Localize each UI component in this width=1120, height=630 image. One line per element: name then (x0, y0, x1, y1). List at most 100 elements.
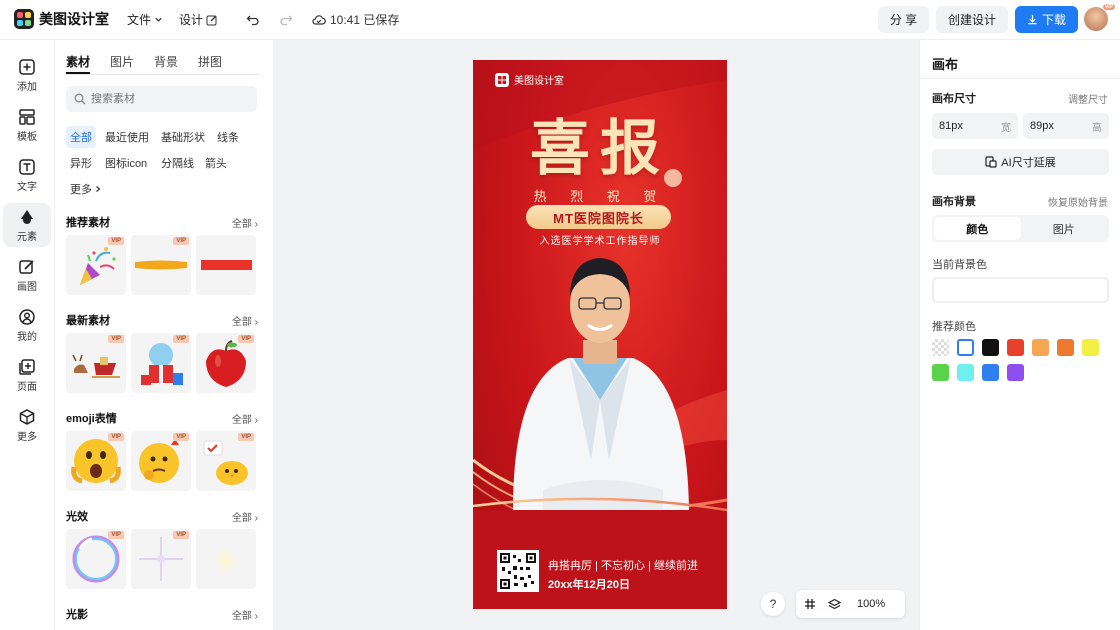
color-swatch[interactable] (1007, 364, 1024, 381)
color-swatch[interactable] (957, 339, 974, 356)
chip-basic-shapes[interactable]: 基础形状 (157, 126, 209, 148)
asset-party-popper[interactable]: VIP (66, 235, 126, 295)
color-swatch[interactable] (1057, 339, 1074, 356)
poster-role: 入选医学学术工作指导师 (539, 236, 661, 247)
nav-add[interactable]: 添加 (3, 53, 51, 97)
tab-backgrounds[interactable]: 背景 (154, 53, 178, 74)
chip-more[interactable]: 更多 (66, 178, 106, 200)
color-swatch[interactable] (1082, 339, 1099, 356)
chip-icons[interactable]: 图标icon (101, 152, 151, 174)
asset-shocked-emoji[interactable]: VIP (66, 431, 126, 491)
nav-mine[interactable]: 我的 (3, 303, 51, 347)
file-menu[interactable]: 文件 (127, 11, 163, 28)
asset-light-sparkle[interactable]: VIP (131, 529, 191, 589)
asset-red-bar[interactable] (196, 235, 256, 295)
layers-icon[interactable] (828, 598, 841, 611)
tab-images[interactable]: 图片 (110, 53, 134, 74)
user-icon (19, 308, 35, 325)
vip-badge: VIP (238, 335, 254, 343)
grid-icon[interactable] (804, 598, 816, 610)
section-title: 光效 (66, 511, 88, 523)
chip-irregular[interactable]: 异形 (66, 152, 96, 174)
nav-elements[interactable]: 元素 (3, 203, 51, 247)
app-logo[interactable]: 美图设计室 (14, 9, 109, 29)
help-button[interactable]: ? (761, 592, 785, 616)
vip-badge: VIP (1102, 4, 1115, 10)
vip-badge: VIP (173, 335, 189, 343)
tab-materials[interactable]: 素材 (66, 53, 91, 74)
color-swatch[interactable] (982, 339, 999, 356)
left-nav: 添加 模板 文字 元素 画图 我的 页面 更多 (0, 40, 55, 630)
restore-bg-link[interactable]: 恢复原始背景 (1048, 194, 1108, 209)
vip-badge: VIP (173, 433, 189, 441)
design-menu-label: 设计 (179, 13, 204, 27)
chevron-down-icon (155, 17, 162, 22)
asset-chick-emoji[interactable]: VIP (196, 431, 256, 491)
nav-page[interactable]: 页面 (3, 353, 51, 397)
undo-icon[interactable] (243, 10, 263, 30)
bg-type-toggle: 颜色 图片 (932, 215, 1109, 242)
tab-color[interactable]: 颜色 (934, 217, 1021, 240)
chip-dividers[interactable]: 分隔线 (157, 152, 198, 174)
see-all-link[interactable]: 全部 › (232, 607, 258, 622)
tab-collage[interactable]: 拼图 (198, 53, 222, 74)
chip-arrows[interactable]: 箭头 (201, 152, 231, 174)
color-swatch[interactable] (1007, 339, 1024, 356)
asset-bubble-ring[interactable]: VIP (66, 529, 126, 589)
chip-all[interactable]: 全部 (66, 126, 96, 148)
create-design-button[interactable]: 创建设计 (936, 6, 1008, 33)
see-all-link[interactable]: 全部 › (232, 215, 258, 230)
poster-canvas[interactable]: 美图设计室 喜报 热 烈 祝 贺 MT医院图院长 入选医学学术工作指导师 冉搭冉… (473, 60, 727, 609)
avatar[interactable]: VIP (1084, 4, 1115, 31)
nav-more[interactable]: 更多 (3, 403, 51, 447)
color-swatch[interactable] (1032, 339, 1049, 356)
asset-reindeer-sleigh[interactable]: VIP (66, 333, 126, 393)
panel-title: 画布 (932, 57, 959, 72)
see-all-link[interactable]: 全部 › (232, 313, 258, 328)
vip-badge: VIP (173, 237, 189, 245)
current-color-field[interactable] (932, 277, 1109, 303)
color-swatch[interactable] (982, 364, 999, 381)
design-menu[interactable]: 设计 (179, 11, 218, 28)
asset-yellow-brush[interactable]: VIP (131, 235, 191, 295)
redo-icon[interactable] (276, 10, 296, 30)
vip-badge: VIP (108, 433, 124, 441)
chip-lines[interactable]: 线条 (213, 126, 243, 148)
app-name: 美图设计室 (39, 11, 109, 27)
vip-badge: VIP (238, 433, 254, 441)
height-field[interactable]: 89px 高 (1023, 113, 1109, 139)
nav-template[interactable]: 模板 (3, 103, 51, 147)
search-input[interactable] (91, 93, 241, 105)
asset-snow-globe[interactable]: VIP (131, 333, 191, 393)
section-title: emoji表情 (66, 413, 117, 425)
width-value: 81px (939, 120, 963, 132)
poster-brand-text: 美图设计室 (514, 76, 564, 87)
poster-date: 20xx年12月20日 (548, 579, 630, 591)
asset-soft-glow[interactable] (196, 529, 256, 589)
see-all-label: 全部 (231, 610, 252, 622)
section-header: 光影 全部 › (66, 606, 258, 622)
chip-recent[interactable]: 最近使用 (101, 126, 153, 148)
see-all-link[interactable]: 全部 › (232, 509, 258, 524)
color-swatch[interactable] (957, 364, 974, 381)
nav-draw[interactable]: 画图 (3, 253, 51, 297)
see-all-label: 全部 (231, 218, 252, 230)
canvas-settings-panel: 画布 画布尺寸 调整尺寸 81px 宽 89px 高 AI尺寸延展 画布背景 恢… (919, 40, 1120, 630)
download-button[interactable]: 下载 (1015, 6, 1078, 33)
file-menu-label: 文件 (127, 13, 152, 27)
adjust-size-link[interactable]: 调整尺寸 (1068, 91, 1108, 106)
see-all-link[interactable]: 全部 › (232, 411, 258, 426)
search-icon (74, 93, 86, 105)
color-swatch[interactable] (932, 339, 949, 356)
nav-text[interactable]: 文字 (3, 153, 51, 197)
asset-thinking-emoji[interactable]: VIP (131, 431, 191, 491)
ai-extend-button[interactable]: AI尺寸延展 (932, 149, 1109, 175)
zoom-level[interactable]: 100% (857, 598, 885, 610)
width-field[interactable]: 81px 宽 (932, 113, 1018, 139)
color-swatch[interactable] (932, 364, 949, 381)
section-header: 光效 全部 › (66, 508, 258, 524)
canvas-area: 美图设计室 喜报 热 烈 祝 贺 MT医院图院长 入选医学学术工作指导师 冉搭冉… (273, 40, 919, 630)
asset-red-apple[interactable]: VIP (196, 333, 256, 393)
share-button[interactable]: 分 享 (878, 6, 929, 33)
tab-image[interactable]: 图片 (1021, 217, 1108, 240)
